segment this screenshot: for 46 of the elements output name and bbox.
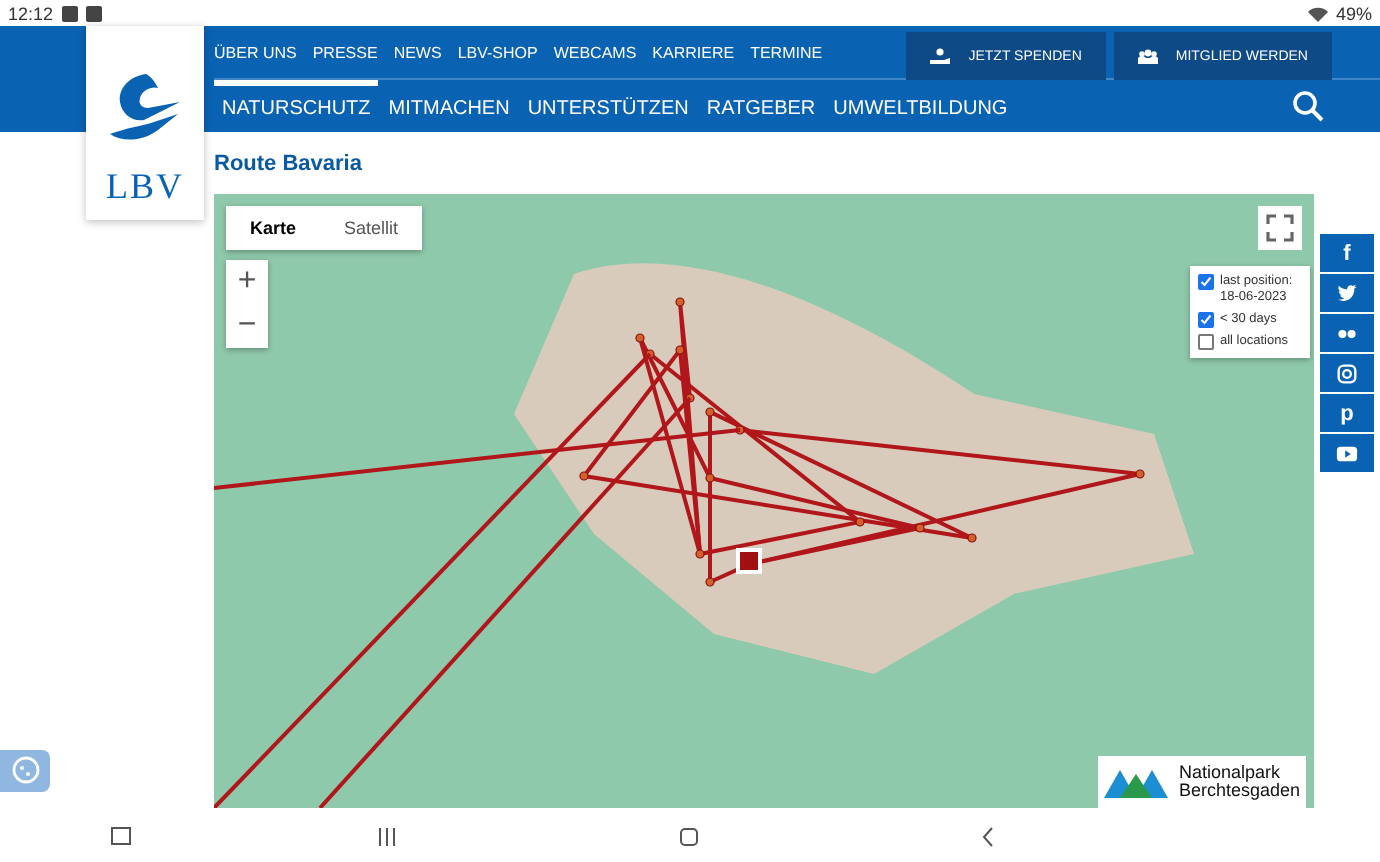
battery-level: 49% (1335, 3, 1372, 23)
main-nav-tab[interactable]: UNTERSTÜTZEN (519, 80, 697, 132)
search-icon[interactable] (1292, 90, 1324, 122)
logo-text: LBV (106, 166, 184, 208)
top-nav-link[interactable]: ÜBER UNS (214, 43, 297, 61)
people-icon (1137, 47, 1158, 65)
top-nav-link[interactable]: TERMINE (750, 43, 823, 61)
pinterest-button[interactable]: p (1320, 394, 1374, 432)
main-nav-tab[interactable]: RATGEBER (698, 80, 824, 132)
top-nav-link[interactable]: WEBCAMS (553, 43, 637, 61)
checkbox[interactable] (1198, 311, 1214, 328)
recent-apps-icon[interactable] (376, 825, 398, 847)
page-title: Route Bavaria (214, 152, 364, 180)
logo-card[interactable]: LBV (86, 26, 204, 220)
checkbox[interactable] (1198, 333, 1214, 350)
main-nav-tab[interactable]: MITMACHEN (380, 80, 518, 132)
top-nav-link[interactable]: NEWS (393, 43, 442, 61)
screenshot-icon[interactable] (110, 825, 132, 847)
cookie-icon (11, 756, 39, 784)
facebook-button[interactable]: f (1320, 234, 1374, 272)
flickr-button[interactable] (1320, 314, 1374, 352)
play-icon (1336, 443, 1358, 463)
partner-name: Berchtesgaden (1178, 782, 1300, 800)
zoom-out-button[interactable]: − (226, 304, 268, 348)
twitter-button[interactable] (1320, 274, 1374, 312)
map-type-tab[interactable]: Karte (226, 206, 321, 250)
main-nav-tab[interactable]: UMWELTBILDUNG (825, 80, 1016, 132)
wifi-icon (1307, 5, 1328, 21)
hand-icon (930, 47, 951, 65)
top-nav-link[interactable]: KARRIERE (652, 43, 735, 61)
youtube-button[interactable] (1320, 434, 1374, 472)
bird-icon (1336, 283, 1358, 303)
partner-name: Nationalpark (1178, 764, 1282, 782)
mountains-icon (1104, 766, 1173, 798)
position-marker (736, 548, 762, 574)
top-nav-link[interactable]: PRESSE (312, 43, 378, 61)
checkbox[interactable] (1198, 274, 1214, 290)
camera-icon (1336, 363, 1358, 383)
main-nav-tab[interactable]: NATURSCHUTZ (214, 80, 379, 132)
zoom-in-button[interactable]: + (226, 260, 268, 304)
instagram-button[interactable] (1320, 354, 1374, 392)
clock-time: 12:12 (8, 3, 54, 23)
home-icon[interactable] (678, 825, 700, 847)
map-type-tab[interactable]: Satellit (320, 206, 423, 250)
top-nav-link[interactable]: LBV-SHOP (457, 43, 538, 61)
fullscreen-button[interactable] (1258, 206, 1302, 250)
